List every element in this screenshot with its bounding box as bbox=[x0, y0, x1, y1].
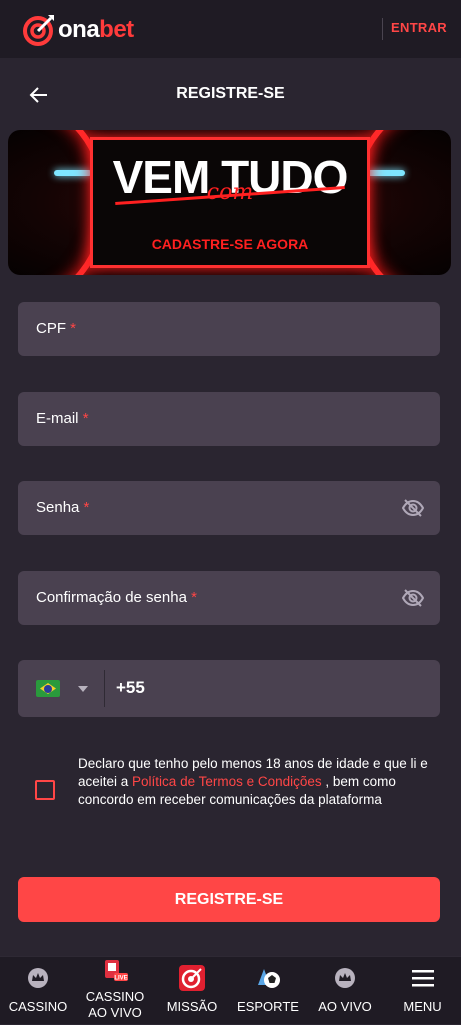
nav-item-esporte[interactable]: ESPORTE bbox=[230, 957, 306, 1025]
page-header: REGISTRE-SE bbox=[0, 68, 461, 122]
bottom-nav: CASSINO LIVE CASSINO AO VIVO MISSÃO ESPO… bbox=[0, 956, 461, 1024]
confirm-password-field[interactable]: Confirmação de senha * bbox=[18, 571, 440, 625]
phone-input[interactable]: +55 bbox=[116, 678, 145, 698]
chevron-down-icon[interactable] bbox=[78, 686, 88, 692]
cpf-label: CPF * bbox=[36, 320, 77, 337]
promo-banner[interactable]: VEM TUDO com CADASTRE-SE AGORA bbox=[8, 130, 451, 275]
soccer-icon bbox=[254, 965, 282, 994]
nav-item-cassino[interactable]: CASSINO bbox=[0, 957, 76, 1025]
cpf-field[interactable]: CPF * bbox=[18, 302, 440, 356]
email-label: E-mail * bbox=[36, 410, 89, 427]
crown-icon bbox=[334, 967, 356, 992]
email-field[interactable]: E-mail * bbox=[18, 392, 440, 446]
eye-off-icon[interactable] bbox=[401, 497, 425, 519]
divider bbox=[104, 670, 105, 707]
terms-text: Declaro que tenho pelo menos 18 anos de … bbox=[78, 756, 428, 807]
onabet-logo[interactable]: onabet bbox=[22, 13, 158, 47]
nav-item-menu[interactable]: MENU bbox=[384, 957, 461, 1025]
banner-subline: CADASTRE-SE AGORA bbox=[151, 236, 309, 252]
divider bbox=[382, 18, 383, 40]
password-field[interactable]: Senha * bbox=[18, 481, 440, 535]
live-casino-icon: LIVE bbox=[100, 959, 130, 988]
terms-consent: Declaro que tenho pelo menos 18 anos de … bbox=[18, 755, 440, 825]
banner-screen: VEM TUDO com CADASTRE-SE AGORA bbox=[90, 137, 370, 268]
brazil-flag-icon[interactable] bbox=[36, 680, 60, 697]
neon-light-right bbox=[367, 170, 405, 176]
page-title: REGISTRE-SE bbox=[176, 85, 285, 102]
nav-item-missao[interactable]: MISSÃO bbox=[154, 957, 230, 1025]
hamburger-icon bbox=[411, 969, 434, 990]
svg-text:LIVE: LIVE bbox=[114, 976, 127, 982]
confirm-password-label: Confirmação de senha * bbox=[36, 589, 197, 606]
eye-off-icon[interactable] bbox=[401, 587, 425, 609]
neon-light-left bbox=[54, 170, 92, 176]
password-label: Senha * bbox=[36, 499, 90, 516]
target-icon bbox=[179, 965, 205, 994]
crown-icon bbox=[27, 967, 49, 992]
terms-checkbox[interactable] bbox=[35, 780, 55, 800]
logo-text: onabet bbox=[58, 16, 134, 43]
terms-link[interactable]: Política de Termos e Condições bbox=[132, 774, 322, 789]
phone-field[interactable]: +55 bbox=[18, 660, 440, 717]
nav-item-ao-vivo[interactable]: AO VIVO bbox=[306, 957, 384, 1025]
login-link[interactable]: ENTRAR bbox=[391, 20, 447, 35]
top-bar: onabet ENTRAR bbox=[0, 0, 461, 58]
target-logo-icon bbox=[22, 13, 56, 47]
nav-item-cassino-ao-vivo[interactable]: LIVE CASSINO AO VIVO bbox=[76, 957, 154, 1025]
register-button[interactable]: REGISTRE-SE bbox=[18, 877, 440, 922]
